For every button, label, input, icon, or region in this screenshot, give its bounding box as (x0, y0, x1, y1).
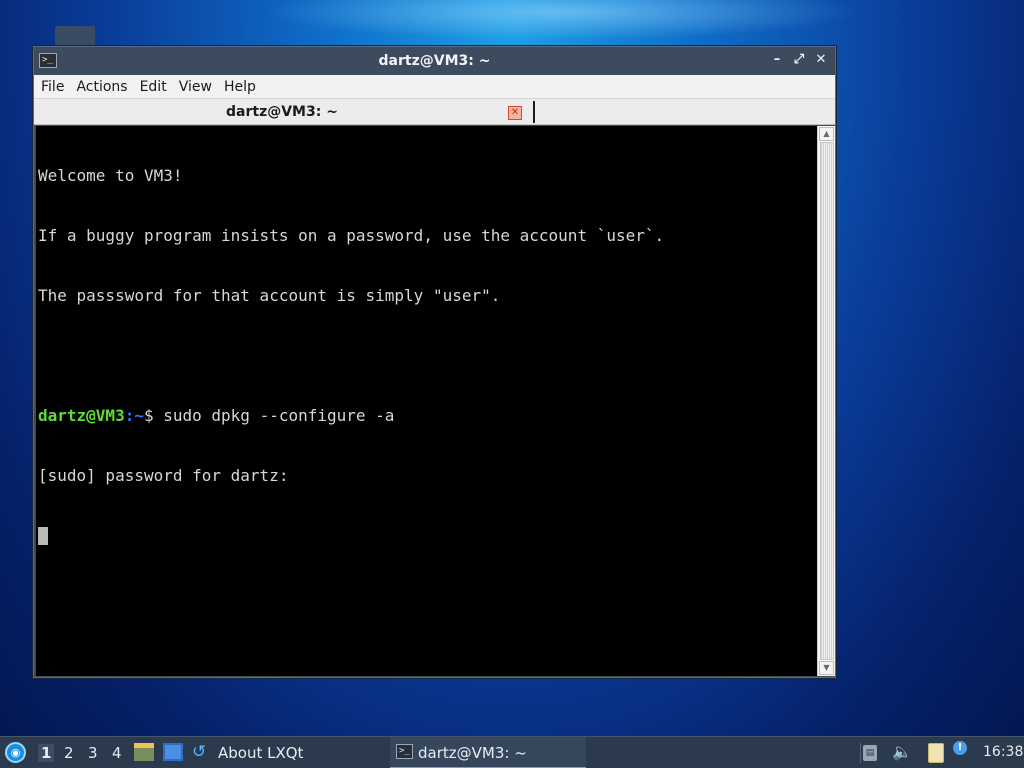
lxqt-menu-icon[interactable]: ◉ (5, 742, 26, 763)
tab-terminal[interactable]: dartz@VM3: ~ ✕ (36, 100, 534, 124)
menubar: File Actions Edit View Help (34, 75, 835, 99)
workspace-3[interactable]: 3 (88, 744, 98, 762)
tab-bar: dartz@VM3: ~ ✕ (34, 99, 835, 125)
prompt-path: :~ (124, 406, 144, 425)
scrollbar-track[interactable] (820, 142, 834, 660)
tab-divider (533, 101, 535, 123)
about-lxqt-label[interactable]: About LXQt (218, 744, 303, 762)
terminal-line: If a buggy program insists on a password… (38, 226, 665, 245)
window-title: dartz@VM3: ~ (378, 53, 491, 69)
menu-view[interactable]: View (178, 79, 218, 95)
terminal-output[interactable]: Welcome to VM3! If a buggy program insis… (36, 126, 817, 676)
workspace-2[interactable]: 2 (64, 744, 74, 762)
cursor-line (38, 526, 817, 546)
terminal-line: The passsword for that account is simply… (38, 286, 501, 305)
scroll-down-arrow-icon[interactable]: ▼ (819, 661, 834, 675)
about-lxqt-icon[interactable]: ↺ (192, 742, 206, 762)
tab-label: dartz@VM3: ~ (226, 104, 338, 120)
workspace-4[interactable]: 4 (112, 744, 122, 762)
show-desktop-icon[interactable] (163, 743, 183, 761)
terminal-icon: >_ (396, 744, 413, 759)
menu-help[interactable]: Help (223, 79, 262, 95)
prompt-user: dartz@VM3 (38, 406, 125, 425)
command-text: sudo dpkg --configure -a (163, 406, 395, 425)
menu-edit[interactable]: Edit (139, 79, 173, 95)
close-button[interactable]: ✕ (813, 51, 829, 69)
terminal-window: >_ dartz@VM3: ~ – ⤢ ✕ File Actions Edit … (33, 46, 836, 678)
volume-icon[interactable]: 🔈 (892, 742, 912, 761)
maximize-button[interactable]: ⤢ (791, 51, 807, 69)
taskbar-item-terminal[interactable]: >_ dartz@VM3: ~ (390, 737, 586, 768)
terminal-area: Welcome to VM3! If a buggy program insis… (36, 126, 835, 676)
command-line: dartz@VM3:~$ sudo dpkg --configure -a (38, 406, 817, 426)
tray-separator (860, 743, 861, 763)
prompt-symbol: $ (143, 406, 164, 425)
taskbar: ◉ 1 2 3 4 ↺ About LXQt >_ dartz@VM3: ~ ▤… (0, 736, 1024, 768)
terminal-line: Welcome to VM3! (38, 166, 183, 185)
minimize-button[interactable]: – (769, 51, 785, 69)
tab-close-icon[interactable]: ✕ (508, 106, 522, 120)
clipboard-icon[interactable] (928, 743, 944, 763)
menu-file[interactable]: File (40, 79, 70, 95)
desktop-wallpaper-highlight (260, 0, 860, 40)
notification-icon[interactable]: ! (953, 741, 967, 755)
sudo-prompt: [sudo] password for dartz: (38, 466, 289, 485)
window-controls: – ⤢ ✕ (769, 51, 829, 69)
vertical-scrollbar[interactable]: ▲ ▼ (817, 126, 835, 676)
file-manager-icon[interactable] (134, 743, 154, 761)
clock[interactable]: 16:38 (983, 744, 1023, 760)
keyboard-layout-icon[interactable]: ▤ (863, 745, 877, 761)
menu-actions[interactable]: Actions (75, 79, 133, 95)
scroll-up-arrow-icon[interactable]: ▲ (819, 127, 834, 141)
text-cursor (38, 527, 48, 545)
window-titlebar[interactable]: >_ dartz@VM3: ~ – ⤢ ✕ (34, 47, 835, 75)
taskbar-item-label: dartz@VM3: ~ (418, 744, 527, 762)
desktop-icon[interactable] (55, 26, 95, 46)
workspace-1[interactable]: 1 (38, 744, 55, 762)
